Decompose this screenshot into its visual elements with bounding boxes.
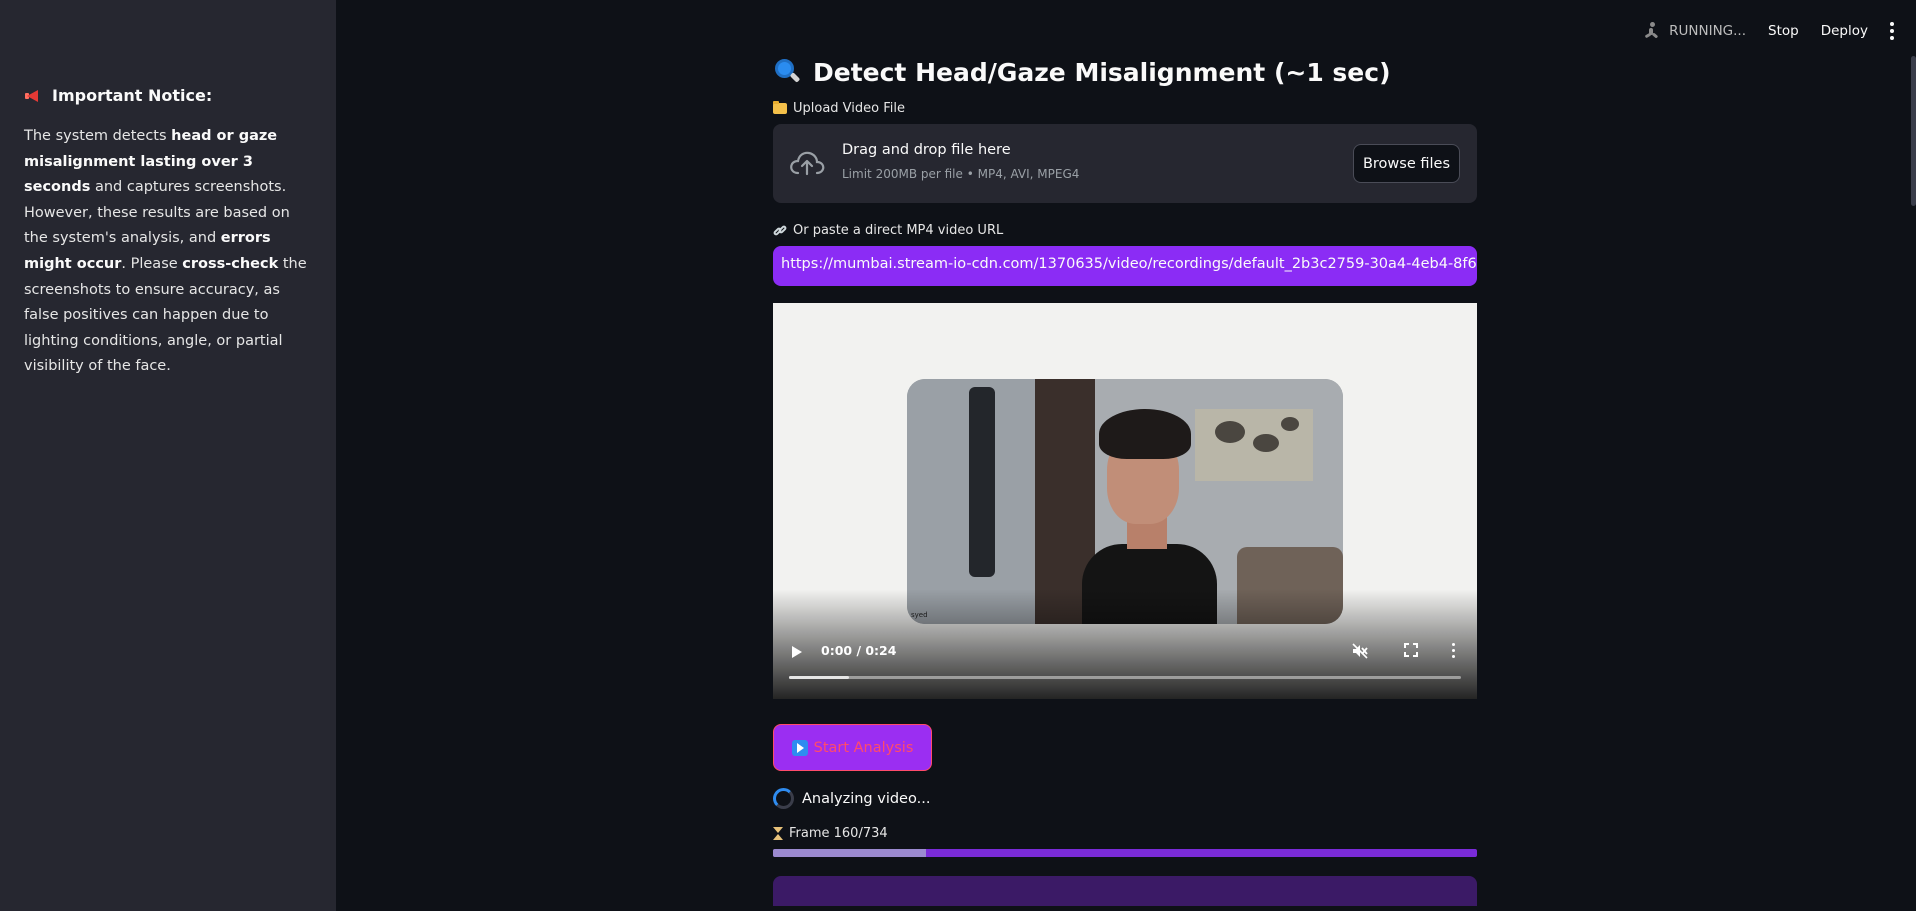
notice-text-part: the screenshots to ensure accuracy, as f… [24, 255, 307, 375]
video-player[interactable]: syed 0:00 / 0:24 [773, 303, 1477, 699]
hourglass-icon [773, 827, 783, 840]
video-url-input[interactable]: https://mumbai.stream-io-cdn.com/1370635… [773, 246, 1477, 286]
frame-counter-text: Frame 160/734 [789, 826, 888, 841]
main-menu-icon[interactable] [1890, 22, 1894, 40]
notice-text-part: The system detects [24, 128, 172, 144]
browse-files-button[interactable]: Browse files [1353, 144, 1460, 183]
spinner-icon [773, 788, 794, 809]
seek-bar[interactable] [789, 676, 1461, 679]
sidebar: Important Notice: The system detects hea… [0, 0, 336, 911]
folder-icon [773, 101, 787, 114]
top-actions: RUNNING... Stop Deploy [1643, 22, 1894, 40]
page-title-text: Detect Head/Gaze Misalignment (~1 sec) [813, 57, 1391, 87]
analysis-progress-fill [773, 849, 927, 857]
start-analysis-button[interactable]: Start Analysis [773, 724, 932, 771]
page-title: Detect Head/Gaze Misalignment (~1 sec) [773, 54, 1477, 90]
dropzone-limit: Limit 200MB per file • MP4, AVI, MPEG4 [842, 167, 1080, 181]
running-status: RUNNING... [1643, 22, 1746, 40]
page-scrollbar[interactable] [1911, 56, 1916, 206]
dropzone-title: Drag and drop file here [842, 142, 1011, 158]
notice-heading: Important Notice: [24, 86, 212, 105]
url-label-text: Or paste a direct MP4 video URL [793, 223, 1004, 238]
notice-bold-part: cross-check [182, 255, 279, 272]
analyzing-status: Analyzing video... [773, 788, 1477, 809]
running-man-icon [1643, 22, 1661, 40]
notice-title: Important Notice: [52, 86, 213, 105]
app-root: Important Notice: The system detects hea… [0, 0, 1916, 911]
url-label: Or paste a direct MP4 video URL [772, 223, 1477, 238]
video-more-icon[interactable] [1452, 643, 1455, 658]
video-time: 0:00 / 0:24 [821, 643, 897, 658]
cloud-upload-icon [790, 151, 825, 176]
frame-counter: Frame 160/734 [773, 826, 1477, 841]
link-icon [772, 224, 788, 236]
muted-speaker-icon[interactable] [1351, 642, 1369, 660]
upload-label-text: Upload Video File [793, 101, 905, 116]
video-frame: syed [907, 379, 1343, 624]
fullscreen-icon[interactable] [1404, 643, 1418, 657]
play-icon[interactable] [792, 646, 802, 658]
analyzing-text: Analyzing video... [802, 790, 931, 807]
file-dropzone[interactable]: Drag and drop file here Limit 200MB per … [773, 124, 1477, 203]
running-label: RUNNING... [1669, 23, 1747, 39]
deploy-button[interactable]: Deploy [1821, 23, 1868, 39]
top-bar: RUNNING... Stop Deploy [336, 0, 1916, 58]
notice-text: The system detects head or gaze misalign… [24, 124, 314, 380]
megaphone-icon [24, 88, 42, 104]
upload-label: Upload Video File [773, 101, 1477, 116]
notice-text-part: . Please [121, 255, 183, 272]
main-content: Detect Head/Gaze Misalignment (~1 sec) U… [772, 54, 1477, 906]
play-button-icon [791, 739, 808, 756]
analysis-progress-bar [773, 849, 1477, 857]
start-analysis-label: Start Analysis [813, 739, 914, 756]
stop-button[interactable]: Stop [1768, 23, 1799, 39]
magnifier-icon [773, 58, 801, 86]
results-block [773, 876, 1477, 906]
seek-bar-played [789, 676, 850, 679]
